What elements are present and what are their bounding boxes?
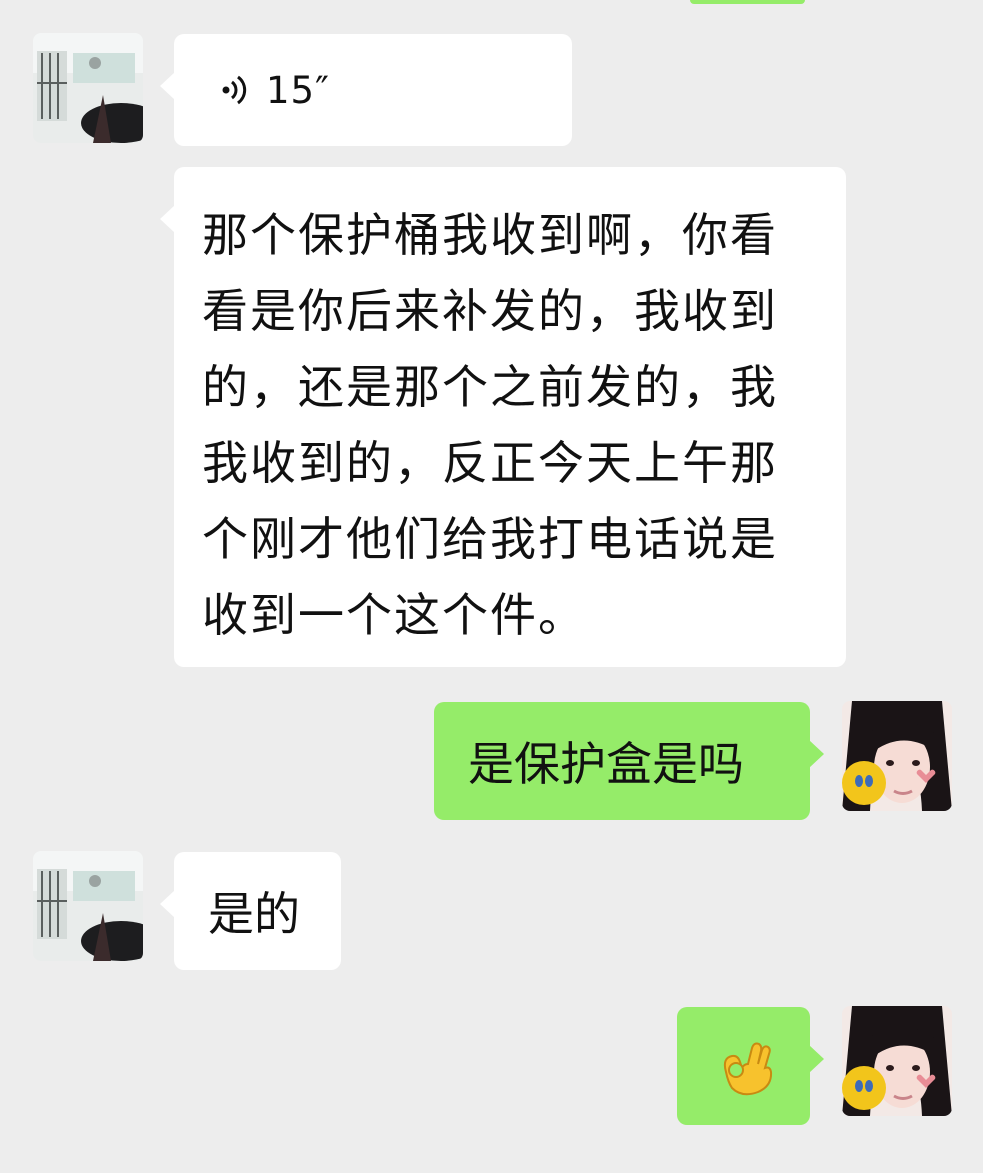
text-message-bubble[interactable]: 那个保护桶我收到啊，你看看是你后来补发的，我收到的，还是那个之前发的，我我收到的…	[160, 167, 846, 667]
contact-avatar[interactable]	[33, 851, 143, 961]
text-message-bubble[interactable]: 是的	[160, 852, 341, 970]
ok-hand-emoji	[723, 1042, 772, 1096]
message-text: 是保护盒是吗	[468, 737, 744, 791]
voice-message-bubble[interactable]: 15″	[160, 34, 572, 146]
my-avatar[interactable]	[842, 701, 952, 811]
voice-wave-icon	[222, 75, 247, 105]
contact-avatar[interactable]	[33, 33, 143, 143]
previous-message-bubble-edge	[690, 0, 805, 4]
message-text: 是的	[208, 887, 300, 941]
outgoing-emoji-bubble[interactable]	[677, 1007, 824, 1125]
my-avatar[interactable]	[842, 1006, 952, 1116]
voice-duration: 15″	[266, 68, 330, 112]
outgoing-message-bubble[interactable]: 是保护盒是吗	[434, 702, 824, 820]
message-text: 那个保护桶我收到啊，你看看是你后来补发的，我收到的，还是那个之前发的，我我收到的…	[202, 208, 778, 642]
